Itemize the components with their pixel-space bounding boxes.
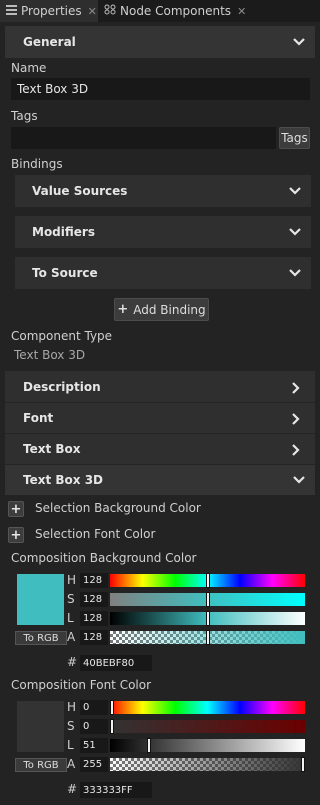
channel-h-label: H	[67, 700, 77, 714]
font-alpha-slider[interactable]	[110, 758, 305, 771]
composition-font-color-swatch[interactable]	[17, 701, 64, 752]
tab-node-components-label: Node Components	[120, 4, 232, 18]
properties-icon	[6, 4, 17, 18]
channel-a-label: A	[67, 630, 76, 644]
add-binding-button[interactable]: + Add Binding	[114, 298, 209, 321]
font-saturation-slider[interactable]	[110, 720, 305, 733]
section-text-box[interactable]: Text Box	[5, 433, 315, 464]
add-selection-background-color-button[interactable]: +	[8, 501, 24, 517]
font-a-input[interactable]: 255	[80, 757, 108, 772]
section-text-box-label: Text Box	[23, 442, 81, 456]
font-lightness-handle[interactable]	[147, 738, 151, 753]
section-text-box-3d-label: Text Box 3D	[23, 473, 104, 487]
section-description[interactable]: Description	[5, 371, 315, 402]
font-hue-handle[interactable]	[110, 700, 114, 715]
tags-label: Tags	[11, 109, 38, 123]
section-to-source[interactable]: To Source	[15, 257, 311, 289]
font-h-input[interactable]: 0	[80, 700, 108, 715]
font-hue-slider[interactable]	[110, 701, 305, 714]
bg-lightness-handle[interactable]	[205, 611, 210, 626]
name-label: Name	[11, 61, 47, 75]
selection-background-color-label: Selection Background Color	[35, 501, 201, 515]
close-icon[interactable]: ✕	[237, 5, 246, 18]
bg-h-input[interactable]: 128	[80, 573, 108, 588]
to-rgb-button[interactable]: To RGB	[15, 758, 67, 772]
chevron-down-icon	[289, 268, 301, 278]
tab-properties-label: Properties	[21, 4, 82, 18]
tags-input[interactable]	[11, 127, 276, 149]
channel-h-label: H	[67, 573, 77, 587]
composition-font-color-label: Composition Font Color	[11, 678, 152, 692]
bindings-label: Bindings	[11, 157, 63, 171]
add-binding-label: Add Binding	[133, 302, 206, 317]
plus-icon: +	[10, 527, 22, 543]
bg-alpha-handle[interactable]	[205, 630, 210, 645]
composition-background-color-label: Composition Background Color	[11, 551, 197, 565]
channel-s-label: S	[67, 719, 75, 733]
section-value-sources-label: Value Sources	[32, 184, 128, 198]
add-selection-font-color-button[interactable]: +	[8, 527, 24, 543]
tab-node-components[interactable]: Node Components ✕	[100, 0, 250, 22]
font-s-input[interactable]: 0	[80, 719, 108, 734]
tab-bar: Properties ✕ Node Components ✕	[0, 0, 320, 22]
tab-properties[interactable]: Properties ✕	[0, 0, 98, 22]
selection-font-color-label: Selection Font Color	[35, 527, 156, 541]
bg-l-input[interactable]: 128	[80, 611, 108, 626]
section-modifiers[interactable]: Modifiers	[15, 216, 311, 248]
close-icon[interactable]: ✕	[88, 5, 97, 18]
chevron-right-icon	[291, 381, 301, 394]
hash-label: #	[67, 655, 78, 669]
tags-button[interactable]: Tags	[279, 127, 310, 149]
chevron-right-icon	[291, 413, 301, 425]
section-value-sources[interactable]: Value Sources	[15, 175, 311, 207]
section-font[interactable]: Font	[5, 402, 315, 433]
font-alpha-handle[interactable]	[301, 757, 305, 772]
font-hex-input[interactable]: 333333FF	[80, 782, 152, 798]
chevron-down-icon	[289, 227, 301, 237]
chevron-right-icon	[291, 444, 301, 456]
to-rgb-button[interactable]: To RGB	[15, 631, 67, 645]
component-type-label: Component Type	[11, 329, 113, 343]
section-modifiers-label: Modifiers	[32, 225, 95, 239]
hash-label: #	[67, 782, 78, 796]
bg-saturation-handle[interactable]	[205, 592, 210, 607]
section-to-source-label: To Source	[32, 266, 98, 280]
chevron-down-icon	[293, 37, 305, 47]
section-font-label: Font	[23, 411, 54, 425]
node-components-icon	[104, 4, 116, 18]
bg-a-input[interactable]: 128	[80, 630, 108, 645]
channel-a-label: A	[67, 757, 76, 771]
composition-background-color-swatch[interactable]	[17, 574, 64, 625]
bg-hex-input[interactable]: 40BEBF80	[80, 655, 152, 671]
section-general-label: General	[23, 35, 76, 49]
font-lightness-slider[interactable]	[110, 739, 305, 752]
name-input[interactable]: Text Box 3D	[11, 78, 310, 100]
chevron-down-icon	[293, 475, 305, 485]
plus-icon: +	[10, 501, 22, 517]
bg-hue-handle[interactable]	[205, 573, 210, 588]
component-type-value: Text Box 3D	[14, 348, 86, 362]
channel-s-label: S	[67, 592, 75, 606]
chevron-down-icon	[289, 186, 301, 196]
section-text-box-3d[interactable]: Text Box 3D	[5, 464, 315, 495]
plus-icon: +	[117, 302, 129, 317]
section-general[interactable]: General	[5, 26, 315, 58]
font-saturation-handle[interactable]	[110, 719, 114, 734]
bg-s-input[interactable]: 128	[80, 592, 108, 607]
section-description-label: Description	[23, 379, 101, 394]
channel-l-label: L	[67, 611, 74, 625]
channel-l-label: L	[67, 738, 74, 752]
font-l-input[interactable]: 51	[80, 738, 108, 753]
